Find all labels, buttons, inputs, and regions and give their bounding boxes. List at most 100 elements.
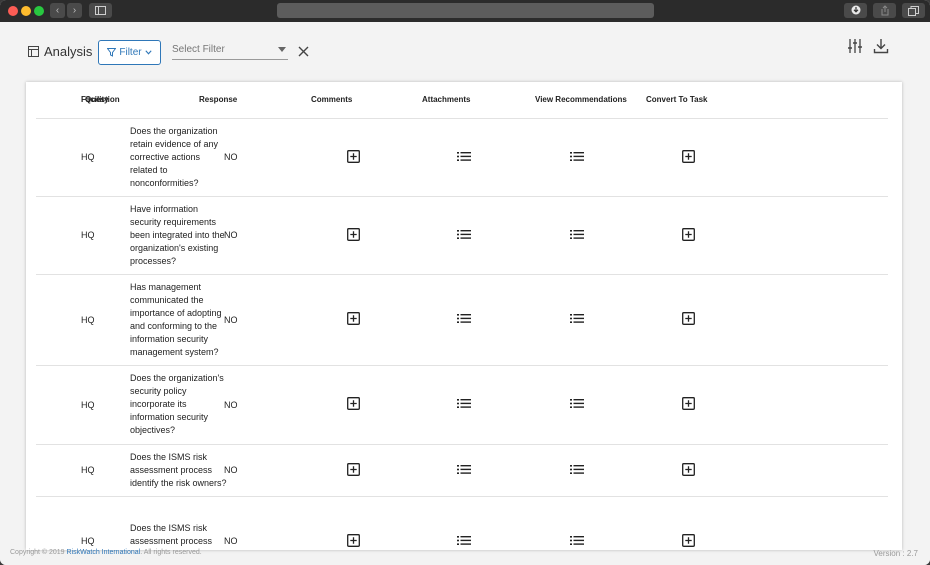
company-link[interactable]: RiskWatch International bbox=[67, 549, 141, 556]
back-button[interactable]: ‹ bbox=[50, 3, 65, 18]
plus-square-icon bbox=[682, 149, 695, 163]
recommendations-cell[interactable] bbox=[535, 444, 646, 497]
comments-cell[interactable] bbox=[311, 365, 422, 445]
attachments-cell[interactable] bbox=[422, 496, 535, 550]
address-bar[interactable] bbox=[277, 3, 654, 18]
list-icon bbox=[570, 151, 584, 161]
list-icon bbox=[570, 229, 584, 239]
list-icon bbox=[457, 464, 471, 474]
sidebar-icon bbox=[95, 6, 106, 15]
share-button[interactable] bbox=[873, 3, 896, 18]
forward-button[interactable]: › bbox=[67, 3, 82, 18]
facility-cell: HQ bbox=[36, 365, 95, 445]
filter-select-placeholder: Select Filter bbox=[172, 44, 225, 55]
sidebar-toggle-button[interactable] bbox=[89, 3, 112, 18]
question-cell: Have information security requirements b… bbox=[85, 196, 225, 275]
question-cell: Does the ISMS risk assessment process co… bbox=[85, 496, 216, 550]
filter-select[interactable]: Select Filter bbox=[172, 44, 288, 60]
question-cell: Does the organization's security policy … bbox=[85, 365, 224, 445]
attachments-cell[interactable] bbox=[422, 274, 535, 366]
clear-filter-icon[interactable] bbox=[298, 46, 309, 57]
list-icon bbox=[457, 399, 471, 408]
analysis-table-card: Facility Question Response Comments Attachme… bbox=[26, 82, 902, 550]
comments-cell[interactable] bbox=[311, 196, 422, 275]
convert-to-task-cell[interactable] bbox=[646, 196, 888, 275]
browser-window: ‹ › Analysis Filter Select Filter Facili… bbox=[0, 0, 930, 565]
attachments-cell[interactable] bbox=[422, 118, 535, 197]
filter-button-label: Filter bbox=[119, 47, 142, 58]
copyright-text: Copyright © 2019 RiskWatch International… bbox=[10, 549, 202, 556]
page-title-text: Analysis bbox=[44, 44, 93, 59]
facility-cell: HQ bbox=[36, 118, 95, 197]
copyright-suffix: . All rights reserved. bbox=[140, 549, 202, 556]
download-circle-icon bbox=[851, 5, 860, 15]
comments-cell[interactable] bbox=[311, 118, 422, 197]
convert-to-task-cell[interactable] bbox=[646, 274, 888, 366]
comments-cell[interactable] bbox=[311, 274, 422, 366]
page-title: Analysis bbox=[28, 44, 92, 59]
title-bar: ‹ › bbox=[0, 0, 930, 22]
attachments-cell[interactable] bbox=[422, 365, 535, 445]
table-row: HQ Does the ISMS risk assessment process … bbox=[36, 496, 888, 550]
attachments-cell[interactable] bbox=[422, 444, 535, 497]
facility-cell: HQ bbox=[36, 496, 95, 550]
list-icon bbox=[570, 399, 584, 408]
question-cell: Does the ISMS risk assessment process id… bbox=[85, 444, 227, 497]
list-icon bbox=[570, 314, 584, 323]
recommendations-cell[interactable] bbox=[535, 365, 646, 445]
recommendations-cell[interactable] bbox=[535, 196, 646, 275]
funnel-icon bbox=[107, 48, 117, 57]
recommendations-cell[interactable] bbox=[535, 274, 646, 366]
analysis-page: Analysis Filter Select Filter Facility Q… bbox=[0, 22, 930, 565]
recommendations-cell[interactable] bbox=[535, 118, 646, 197]
column-header: Convert To Task bbox=[646, 82, 888, 119]
plus-square-icon bbox=[682, 227, 695, 241]
comments-cell[interactable] bbox=[311, 496, 422, 550]
tabs-overview-button[interactable] bbox=[902, 3, 925, 18]
column-header: Comments bbox=[311, 82, 422, 119]
analysis-table: Facility Question Response Comments Attachme… bbox=[36, 82, 888, 550]
table-row: HQ Has management communicated the import… bbox=[36, 274, 888, 366]
sliders-icon[interactable] bbox=[847, 38, 863, 54]
plus-square-icon bbox=[347, 227, 360, 241]
version-text: Version : 2.7 bbox=[873, 549, 918, 558]
column-header: Question bbox=[85, 82, 199, 119]
facility-cell: HQ bbox=[36, 274, 95, 366]
column-header: Attachments bbox=[422, 82, 535, 119]
column-header: Response bbox=[199, 82, 311, 119]
plus-square-icon bbox=[682, 462, 695, 476]
question-cell: Has management communicated the importan… bbox=[85, 274, 222, 366]
attachments-cell[interactable] bbox=[422, 196, 535, 275]
column-header: View Recommendations bbox=[535, 82, 646, 119]
facility-cell: HQ bbox=[36, 196, 95, 275]
list-icon bbox=[457, 151, 471, 161]
list-icon bbox=[570, 464, 584, 474]
list-icon bbox=[457, 229, 471, 239]
table-row: HQ Does the ISMS risk assessment process … bbox=[36, 444, 888, 497]
table-header-row: Facility Question Response Comments Attachme… bbox=[36, 82, 888, 119]
table-row: HQ Does the organization's security polic… bbox=[36, 365, 888, 445]
table-icon bbox=[28, 46, 39, 57]
caret-down-icon bbox=[278, 47, 286, 52]
convert-to-task-cell[interactable] bbox=[646, 496, 888, 550]
downloads-button[interactable] bbox=[844, 3, 867, 18]
filter-button[interactable]: Filter bbox=[98, 40, 161, 65]
comments-cell[interactable] bbox=[311, 444, 422, 497]
maximize-window-button[interactable] bbox=[34, 6, 44, 16]
plus-square-icon bbox=[347, 397, 360, 410]
convert-to-task-cell[interactable] bbox=[646, 118, 888, 197]
minimize-window-button[interactable] bbox=[21, 6, 31, 16]
footer: Copyright © 2019 RiskWatch International… bbox=[0, 544, 930, 565]
plus-square-icon bbox=[347, 149, 360, 163]
recommendations-cell[interactable] bbox=[535, 496, 646, 550]
convert-to-task-cell[interactable] bbox=[646, 365, 888, 445]
plus-square-icon bbox=[347, 312, 360, 325]
table-row: HQ Have information security requirements… bbox=[36, 196, 888, 275]
table-row: HQ Does the organization retain evidence … bbox=[36, 118, 888, 197]
plus-square-icon bbox=[682, 397, 695, 410]
download-icon[interactable] bbox=[873, 38, 889, 54]
chevron-down-icon bbox=[145, 50, 152, 55]
copyright-prefix: Copyright © 2019 bbox=[10, 549, 67, 556]
convert-to-task-cell[interactable] bbox=[646, 444, 888, 497]
close-window-button[interactable] bbox=[8, 6, 18, 16]
